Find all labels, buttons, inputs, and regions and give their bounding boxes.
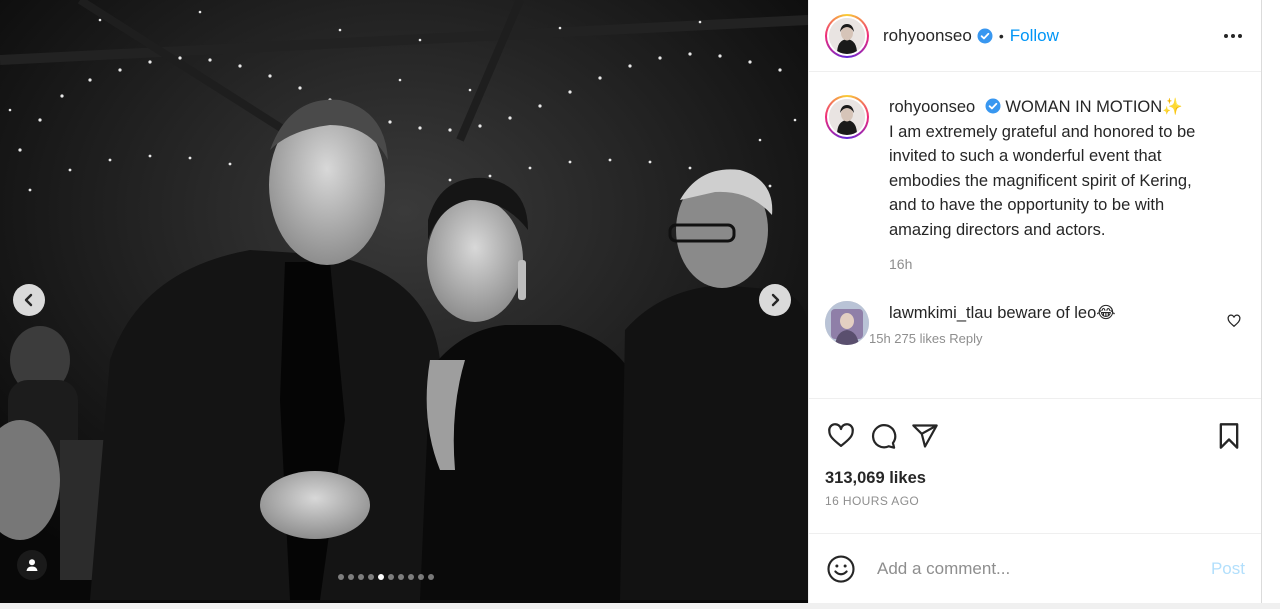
carousel-dot bbox=[418, 574, 424, 580]
more-options-icon[interactable] bbox=[1221, 24, 1245, 48]
post-media[interactable] bbox=[0, 0, 808, 603]
carousel-indicator bbox=[338, 574, 434, 580]
carousel-dot bbox=[388, 574, 394, 580]
chevron-right-icon bbox=[767, 292, 783, 308]
carousel-dot bbox=[398, 574, 404, 580]
commenter-avatar[interactable] bbox=[825, 300, 869, 345]
chevron-left-icon bbox=[21, 292, 37, 308]
post-date: 16 HOURS AGO bbox=[825, 494, 920, 508]
caption-avatar[interactable] bbox=[825, 95, 869, 139]
header-separator: • bbox=[998, 27, 1004, 44]
carousel-dot bbox=[378, 574, 384, 580]
comment-item: lawmkimi_tlau beware of leo😂 15h 275 lik… bbox=[825, 300, 1245, 346]
carousel-dot bbox=[408, 574, 414, 580]
user-tag-icon bbox=[25, 558, 39, 572]
previous-slide-button[interactable] bbox=[13, 284, 45, 316]
caption-username[interactable]: rohyoonseo bbox=[889, 98, 975, 116]
verified-badge-icon bbox=[977, 28, 993, 44]
page-margin bbox=[1262, 0, 1280, 603]
post-comment-button[interactable]: Post bbox=[1211, 559, 1245, 579]
comment-meta[interactable]: 15h 275 likes Reply bbox=[869, 331, 1116, 346]
carousel-dot bbox=[348, 574, 354, 580]
comment-icon[interactable] bbox=[867, 420, 899, 452]
caption-title: WOMAN IN MOTION✨ bbox=[1005, 98, 1183, 116]
next-slide-button[interactable] bbox=[759, 284, 791, 316]
comment-text: beware of leo😂 bbox=[997, 303, 1116, 322]
comment-composer: Post bbox=[809, 533, 1261, 603]
post-sidebar: rohyoonseo • Follow rohyoonseo WOMAN IN … bbox=[808, 0, 1262, 603]
carousel-dot bbox=[358, 574, 364, 580]
comment-like-heart-icon[interactable] bbox=[1227, 313, 1241, 333]
likes-count[interactable]: 313,069 likes bbox=[825, 469, 1245, 488]
caption-body: I am extremely grateful and honored to b… bbox=[889, 122, 1196, 239]
post-actions: 313,069 likes 16 HOURS AGO bbox=[809, 398, 1261, 533]
emoji-icon[interactable] bbox=[825, 553, 857, 585]
commenter-username[interactable]: lawmkimi_tlau bbox=[889, 304, 993, 322]
carousel-dot bbox=[368, 574, 374, 580]
tagged-users-button[interactable] bbox=[17, 550, 47, 580]
post-time[interactable]: 16h bbox=[889, 252, 1209, 277]
carousel-dot bbox=[428, 574, 434, 580]
post-header: rohyoonseo • Follow bbox=[809, 0, 1261, 72]
comments-section[interactable]: rohyoonseo WOMAN IN MOTION✨ I am extreme… bbox=[809, 73, 1261, 398]
comment-input[interactable] bbox=[877, 558, 1177, 579]
bookmark-icon[interactable] bbox=[1213, 420, 1245, 452]
share-icon[interactable] bbox=[909, 420, 941, 452]
verified-badge-icon bbox=[985, 98, 1001, 114]
page-scroll-edge bbox=[0, 603, 1280, 609]
follow-button[interactable]: Follow bbox=[1010, 26, 1059, 46]
post-caption: rohyoonseo WOMAN IN MOTION✨ I am extreme… bbox=[825, 95, 1245, 277]
post-photo bbox=[0, 0, 808, 603]
author-avatar[interactable] bbox=[825, 13, 869, 58]
carousel-dot bbox=[338, 574, 344, 580]
heart-icon[interactable] bbox=[825, 420, 857, 452]
author-username[interactable]: rohyoonseo bbox=[883, 26, 972, 46]
